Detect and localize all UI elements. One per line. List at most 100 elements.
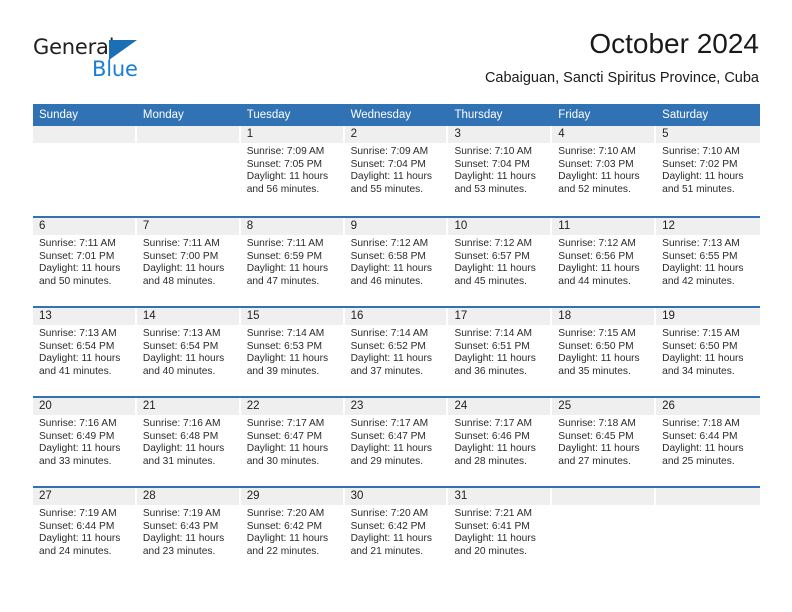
daylight-text: Daylight: 11 hours and 30 minutes. (246, 443, 329, 468)
sunset-text: Sunset: 6:52 PM (350, 340, 426, 352)
day-number: 7 (142, 220, 150, 232)
sunrise-text: Sunrise: 7:12 AM (558, 238, 636, 249)
day-cell-22[interactable]: 22 Sunrise: 7:17 AM Sunset: 6:47 PM Dayligh… (240, 398, 345, 486)
day-cell-3[interactable]: 3 Sunrise: 7:10 AM Sunset: 7:04 PM Daylight… (448, 126, 553, 216)
daylight-text: Daylight: 11 hours and 24 minutes. (39, 533, 121, 558)
day-cell-20[interactable]: 20 Sunrise: 7:16 AM Sunset: 6:49 PM Dayligh… (33, 398, 137, 486)
day-sun-info: Sunrise: 7:15 AM Sunset: 6:50 PM Daylight:… (552, 325, 656, 379)
day-cell-10[interactable]: 10 Sunrise: 7:12 AM Sunset: 6:57 PM Dayligh… (448, 218, 553, 306)
day-number: 11 (558, 220, 571, 232)
sunrise-text: Sunrise: 7:09 AM (246, 146, 325, 157)
sunrise-text: Sunrise: 7:11 AM (246, 238, 324, 249)
day-cell-1[interactable]: 1 Sunrise: 7:09 AM Sunset: 7:05 PM Daylight… (240, 126, 345, 216)
sunset-text: Sunset: 6:44 PM (39, 520, 115, 532)
day-cell-17[interactable]: 17 Sunrise: 7:14 AM Sunset: 6:51 PM Dayligh… (448, 308, 553, 396)
location-subtitle: Cabaiguan, Sancti Spiritus Province, Cub… (484, 70, 759, 86)
day-sun-info: Sunrise: 7:18 AM Sunset: 6:45 PM Daylight:… (552, 415, 656, 469)
calendar-week-row: 20 Sunrise: 7:16 AM Sunset: 6:49 PM Dayligh… (33, 396, 761, 486)
sunset-text: Sunset: 6:46 PM (454, 430, 530, 442)
day-number-band: 4 (552, 126, 657, 143)
day-number: 27 (39, 490, 52, 502)
day-cell-26[interactable]: 26 Sunrise: 7:18 AM Sunset: 6:44 PM Dayligh… (656, 398, 761, 486)
day-cell-21[interactable]: 21 Sunrise: 7:16 AM Sunset: 6:48 PM Dayligh… (136, 398, 241, 486)
sunrise-text: Sunrise: 7:15 AM (662, 328, 740, 339)
sunset-text: Sunset: 6:42 PM (350, 520, 426, 532)
sunrise-text: Sunrise: 7:14 AM (454, 328, 533, 339)
day-sun-info: Sunrise: 7:13 AM Sunset: 6:54 PM Daylight:… (33, 325, 137, 379)
day-cell-18[interactable]: 18 Sunrise: 7:15 AM Sunset: 6:50 PM Dayligh… (552, 308, 657, 396)
sunrise-text: Sunrise: 7:16 AM (39, 418, 117, 429)
day-cell-12[interactable]: 12 Sunrise: 7:13 AM Sunset: 6:55 PM Dayligh… (656, 218, 761, 306)
sunrise-text: Sunrise: 7:13 AM (39, 328, 117, 339)
day-number-band: 13 (33, 308, 137, 325)
logo-text-blue: Blue (92, 57, 138, 81)
day-number: 30 (350, 490, 364, 502)
sunrise-text: Sunrise: 7:18 AM (662, 418, 740, 429)
day-cell-13[interactable]: 13 Sunrise: 7:13 AM Sunset: 6:54 PM Dayligh… (33, 308, 137, 396)
sunset-text: Sunset: 6:56 PM (558, 250, 634, 262)
day-number: 3 (454, 128, 461, 140)
day-cell-25[interactable]: 25 Sunrise: 7:18 AM Sunset: 6:45 PM Dayligh… (552, 398, 657, 486)
day-number-band: 16 (344, 308, 449, 325)
day-cell-5[interactable]: 5 Sunrise: 7:10 AM Sunset: 7:02 PM Daylight… (656, 126, 761, 216)
calendar-week-row: 6 Sunrise: 7:11 AM Sunset: 7:01 PM Daylight… (33, 216, 761, 306)
day-cell-6[interactable]: 6 Sunrise: 7:11 AM Sunset: 7:01 PM Daylight… (33, 218, 137, 306)
day-number-band: 26 (656, 398, 761, 415)
day-cell-27[interactable]: 27 Sunrise: 7:19 AM Sunset: 6:44 PM Dayligh… (33, 488, 137, 576)
sunset-text: Sunset: 6:47 PM (246, 430, 323, 442)
day-cell-28[interactable]: 28 Sunrise: 7:19 AM Sunset: 6:43 PM Dayligh… (136, 488, 241, 576)
day-number: 1 (246, 128, 254, 140)
day-cell-14[interactable]: 14 Sunrise: 7:13 AM Sunset: 6:54 PM Dayligh… (136, 308, 241, 396)
calendar-page: General Blue October 2024 Cabaiguan, San… (0, 0, 792, 612)
day-number-band (552, 488, 657, 505)
day-cell-15[interactable]: 15 Sunrise: 7:14 AM Sunset: 6:53 PM Dayligh… (240, 308, 345, 396)
day-cell-23[interactable]: 23 Sunrise: 7:17 AM Sunset: 6:47 PM Dayligh… (344, 398, 449, 486)
sunrise-text: Sunrise: 7:14 AM (350, 328, 429, 339)
day-sun-info (33, 143, 137, 146)
day-number: 6 (39, 220, 46, 232)
day-number: 22 (246, 400, 260, 412)
day-number-band: 7 (136, 218, 241, 235)
sunset-text: Sunset: 6:49 PM (39, 430, 115, 442)
day-sun-info: Sunrise: 7:13 AM Sunset: 6:54 PM Daylight:… (137, 325, 241, 379)
day-sun-info: Sunrise: 7:17 AM Sunset: 6:47 PM Daylight:… (241, 415, 345, 469)
day-number-band: 14 (136, 308, 241, 325)
day-cell-16[interactable]: 16 Sunrise: 7:14 AM Sunset: 6:52 PM Dayligh… (344, 308, 449, 396)
day-number-band: 1 (240, 126, 345, 143)
weekday-header-wednesday: Wednesday (350, 109, 412, 121)
sunset-text: Sunset: 6:48 PM (142, 430, 219, 442)
day-number-band: 11 (552, 218, 657, 235)
day-sun-info: Sunrise: 7:12 AM Sunset: 6:57 PM Daylight:… (448, 235, 552, 289)
daylight-text: Daylight: 11 hours and 23 minutes. (142, 533, 225, 558)
day-cell-2[interactable]: 2 Sunrise: 7:09 AM Sunset: 7:04 PM Daylight… (344, 126, 449, 216)
sunrise-text: Sunrise: 7:20 AM (350, 508, 429, 519)
title-block: October 2024 Cabaiguan, Sancti Spiritus … (485, 27, 759, 88)
day-cell-29[interactable]: 29 Sunrise: 7:20 AM Sunset: 6:42 PM Dayligh… (240, 488, 345, 576)
daylight-text: Daylight: 11 hours and 45 minutes. (454, 263, 536, 288)
day-cell-4[interactable]: 4 Sunrise: 7:10 AM Sunset: 7:03 PM Daylight… (552, 126, 657, 216)
day-sun-info: Sunrise: 7:20 AM Sunset: 6:42 PM Daylight:… (345, 505, 449, 559)
day-cell-24[interactable]: 24 Sunrise: 7:17 AM Sunset: 6:46 PM Dayligh… (448, 398, 553, 486)
day-cell-9[interactable]: 9 Sunrise: 7:12 AM Sunset: 6:58 PM Daylight… (344, 218, 449, 306)
day-cell-19[interactable]: 19 Sunrise: 7:15 AM Sunset: 6:50 PM Dayligh… (656, 308, 761, 396)
sunrise-text: Sunrise: 7:17 AM (350, 418, 429, 429)
day-number: 15 (246, 310, 260, 322)
day-number-band (33, 126, 137, 143)
day-cell-31[interactable]: 31 Sunrise: 7:21 AM Sunset: 6:41 PM Dayligh… (448, 488, 553, 576)
daylight-text: Daylight: 11 hours and 47 minutes. (246, 263, 329, 288)
day-number: 24 (454, 400, 468, 412)
day-number: 31 (454, 490, 468, 502)
general-blue-logo: General Blue (33, 27, 163, 85)
day-number: 18 (558, 310, 572, 322)
day-cell-11[interactable]: 11 Sunrise: 7:12 AM Sunset: 6:56 PM Dayligh… (552, 218, 657, 306)
day-number-band: 17 (448, 308, 553, 325)
sunset-text: Sunset: 6:54 PM (39, 340, 115, 352)
day-number-band: 18 (552, 308, 657, 325)
day-number: 16 (350, 310, 364, 322)
day-cell-30[interactable]: 30 Sunrise: 7:20 AM Sunset: 6:42 PM Dayligh… (344, 488, 449, 576)
day-number: 20 (39, 400, 52, 412)
day-cell-8[interactable]: 8 Sunrise: 7:11 AM Sunset: 6:59 PM Daylight… (240, 218, 345, 306)
day-cell-7[interactable]: 7 Sunrise: 7:11 AM Sunset: 7:00 PM Daylight… (136, 218, 241, 306)
daylight-text: Daylight: 11 hours and 56 minutes. (246, 171, 329, 196)
day-number: 29 (246, 490, 260, 502)
